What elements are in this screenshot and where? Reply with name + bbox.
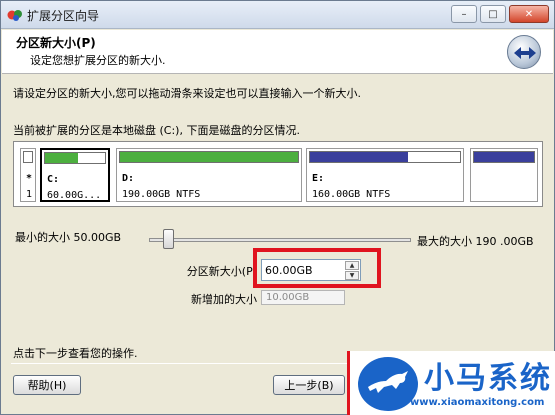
partition-usage-bar <box>309 151 461 163</box>
partition-e[interactable]: E: 160.00GB NTFS <box>306 148 464 202</box>
partition-letter: E: <box>312 173 325 184</box>
partition-info: 60.00G... <box>47 190 102 201</box>
size-slider-thumb[interactable] <box>163 229 174 249</box>
close-button[interactable]: ✕ <box>509 5 549 23</box>
watermark-url: www.xiaomaxitong.com <box>410 397 545 408</box>
window-title: 扩展分区向导 <box>27 9 100 23</box>
partition-info: 1 <box>26 189 33 200</box>
min-size-label: 最小的大小 50.00GB <box>15 231 122 244</box>
disk-map: * 1 C: 60.00G... D: 190.00GB NTFS E: 160… <box>13 141 543 207</box>
partition-usage-bar <box>119 151 299 163</box>
partition-c[interactable]: C: 60.00G... <box>40 148 110 202</box>
maximize-button[interactable]: □ <box>480 5 506 23</box>
watermark-logo: 小马系统 www.xiaomaxitong.com <box>347 351 555 415</box>
title-bar[interactable]: 扩展分区向导 – □ ✕ <box>1 1 554 29</box>
size-slider-track[interactable] <box>149 238 411 242</box>
partition-info: 160.00GB NTFS <box>312 189 391 200</box>
max-size-label: 最大的大小 190 .00GB <box>417 235 534 248</box>
partition-f[interactable] <box>470 148 538 202</box>
disk-info-text: 当前被扩展的分区是本地磁盘 (C:), 下面是磁盘的分区情况. <box>13 124 300 137</box>
highlight-annotation <box>253 248 381 288</box>
page-subtitle: 设定您想扩展分区的新大小. <box>30 54 166 67</box>
help-button[interactable]: 帮助(H) <box>13 375 81 395</box>
wizard-header: 分区新大小(P) 设定您想扩展分区的新大小. <box>2 30 553 74</box>
partition-usage-bar <box>23 151 33 163</box>
app-icon <box>7 10 22 21</box>
new-size-label: 分区新大小(P) <box>186 265 257 278</box>
partition-usage-bar <box>44 152 106 164</box>
back-button[interactable]: 上一步(B) <box>273 375 345 395</box>
partition-usage-bar <box>473 151 535 163</box>
added-size-field: 10.00GB <box>261 290 345 305</box>
horse-icon <box>368 371 408 393</box>
instruction-text: 请设定分区的新大小,您可以拖动滑条来设定也可以直接输入一个新大小. <box>13 87 361 100</box>
minimize-button[interactable]: – <box>451 5 477 23</box>
partition-info: 190.00GB NTFS <box>122 189 201 200</box>
partition-letter: * <box>26 173 33 184</box>
partition-letter: C: <box>47 174 60 185</box>
partition-letter: D: <box>122 173 135 184</box>
wizard-window: 扩展分区向导 – □ ✕ 分区新大小(P) 设定您想扩展分区的新大小. 请设定分… <box>0 0 555 415</box>
added-size-label: 新增加的大小 <box>191 293 257 306</box>
partition-unallocated[interactable]: * 1 <box>20 148 36 202</box>
footer-hint: 点击下一步查看您的操作. <box>13 347 138 360</box>
page-title: 分区新大小(P) <box>16 36 96 50</box>
watermark-title: 小马系统 <box>424 361 552 396</box>
partition-d[interactable]: D: 190.00GB NTFS <box>116 148 302 202</box>
resize-arrows-icon <box>507 35 541 69</box>
